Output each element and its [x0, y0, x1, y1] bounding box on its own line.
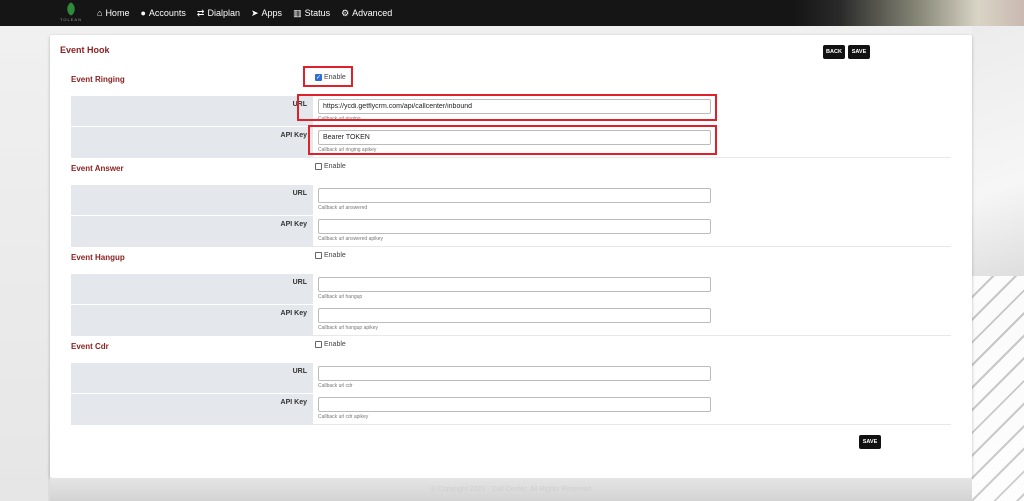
field-cell: Callback url ringing: [313, 96, 951, 127]
nav-item-label: Advanced: [352, 8, 393, 18]
answer-apikey-input[interactable]: [318, 219, 711, 234]
nav-item-home[interactable]: ⌂ Home: [97, 8, 129, 18]
user-icon: ●: [140, 8, 146, 18]
field-cell: Callback url ringing apikey: [313, 127, 951, 158]
section-title-ringing: Event Ringing: [71, 75, 125, 84]
section-title-hangup: Event Hangup: [71, 253, 125, 262]
answer-apikey-help: Callback url answered apikey: [318, 236, 384, 242]
cdr-url-input[interactable]: [318, 366, 711, 381]
background-keyboard: [972, 26, 1024, 501]
url-label: URL: [292, 279, 307, 286]
header-plant-image: [794, 0, 1024, 26]
url-label: URL: [292, 368, 307, 375]
enable-label: Enable: [324, 163, 346, 170]
enable-cdr-checkbox[interactable]: [315, 341, 322, 348]
background-left: [0, 26, 48, 501]
hangup-url-help: Callback url hangup: [318, 294, 363, 300]
apikey-label: API Key: [280, 399, 307, 406]
nav-item-advanced[interactable]: ⚙ Advanced: [341, 8, 392, 19]
nav-item-apps[interactable]: ➤ Apps: [251, 8, 282, 19]
label-cell: URL: [71, 274, 313, 305]
label-cell: API Key: [71, 127, 313, 158]
top-navbar: TOLEAN ⌂ Home ● Accounts ⇄ Dialplan ➤ Ap…: [0, 0, 1024, 26]
nav-item-status[interactable]: ▥ Status: [293, 8, 330, 19]
save-button[interactable]: SAVE: [848, 45, 870, 59]
url-label: URL: [292, 101, 307, 108]
brand-logo-text: TOLEAN: [60, 17, 82, 22]
hangup-apikey-input[interactable]: [318, 308, 711, 323]
cdr-apikey-help: Callback url cdr apikey: [318, 414, 369, 420]
event-hook-panel: Event Hook BACK SAVE Event Ringing ✓ Ena…: [50, 35, 972, 478]
label-cell: URL: [71, 96, 313, 127]
cdr-url-help: Callback url cdr: [318, 383, 353, 389]
exchange-icon: ⇄: [196, 7, 205, 18]
leaf-icon: [63, 1, 79, 17]
hangup-url-input[interactable]: [318, 277, 711, 292]
label-cell: API Key: [71, 394, 313, 425]
answer-url-input[interactable]: [318, 188, 711, 203]
back-button[interactable]: BACK: [823, 45, 845, 59]
url-label: URL: [292, 190, 307, 197]
enable-answer[interactable]: Enable: [315, 163, 346, 170]
nav-item-label: Apps: [261, 8, 283, 18]
section-title-cdr: Event Cdr: [71, 342, 109, 351]
answer-url-row: URL Callback url answered: [71, 184, 951, 216]
nav-item-dialplan[interactable]: ⇄ Dialplan: [197, 8, 240, 19]
hangup-apikey-help: Callback url hangup apikey: [318, 325, 379, 331]
answer-url-help: Callback url answered: [318, 205, 368, 211]
label-cell: API Key: [71, 305, 313, 336]
nav-menu: ⌂ Home ● Accounts ⇄ Dialplan ➤ Apps ▥ St…: [97, 0, 403, 26]
ringing-apikey-input[interactable]: [318, 130, 711, 145]
field-cell: Callback url hangup: [313, 274, 951, 305]
keyboard-keys: [972, 276, 1024, 501]
brand-logo[interactable]: TOLEAN: [58, 1, 84, 23]
field-cell: Callback url cdr: [313, 363, 951, 394]
nav-item-accounts[interactable]: ● Accounts: [140, 8, 185, 18]
field-cell: Callback url answered apikey: [313, 216, 951, 247]
field-cell: Callback url answered: [313, 185, 951, 216]
ringing-url-help: Callback url ringing: [318, 116, 361, 122]
gear-icon: ⚙: [341, 7, 350, 18]
section-title-answer: Event Answer: [71, 164, 124, 173]
cdr-apikey-input[interactable]: [318, 397, 711, 412]
enable-answer-checkbox[interactable]: [315, 163, 322, 170]
ringing-apikey-help: Callback url ringing apikey: [318, 147, 377, 153]
apikey-label: API Key: [280, 221, 307, 228]
page-title: Event Hook: [60, 45, 110, 55]
footer: © Copyright 2023 · Call Center. All Righ…: [50, 478, 972, 501]
field-cell: Callback url cdr apikey: [313, 394, 951, 425]
apikey-label: API Key: [280, 132, 307, 139]
chart-icon: ▥: [293, 7, 302, 18]
ringing-apikey-row: API Key Callback url ringing apikey: [71, 126, 951, 158]
send-icon: ➤: [251, 7, 259, 18]
enable-ringing[interactable]: ✓ Enable: [315, 74, 346, 81]
label-cell: URL: [71, 363, 313, 394]
label-cell: URL: [71, 185, 313, 216]
nav-item-label: Dialplan: [207, 8, 240, 18]
enable-hangup-checkbox[interactable]: [315, 252, 322, 259]
nav-item-label: Home: [105, 8, 130, 18]
answer-apikey-row: API Key Callback url answered apikey: [71, 215, 951, 247]
nav-item-label: Accounts: [148, 8, 186, 18]
label-cell: API Key: [71, 216, 313, 247]
cdr-url-row: URL Callback url cdr: [71, 362, 951, 394]
hangup-apikey-row: API Key Callback url hangup apikey: [71, 304, 951, 336]
enable-cdr[interactable]: Enable: [315, 341, 346, 348]
cdr-apikey-row: API Key Callback url cdr apikey: [71, 393, 951, 425]
save-bottom-button[interactable]: SAVE: [859, 435, 881, 449]
hangup-url-row: URL Callback url hangup: [71, 273, 951, 305]
home-icon: ⌂: [97, 8, 103, 18]
field-cell: Callback url hangup apikey: [313, 305, 951, 336]
enable-label: Enable: [324, 341, 346, 348]
ringing-url-row: URL Callback url ringing: [71, 95, 951, 127]
footer-text: © Copyright 2023 · Call Center. All Righ…: [430, 486, 592, 493]
enable-label: Enable: [324, 74, 346, 81]
enable-hangup[interactable]: Enable: [315, 252, 346, 259]
ringing-url-input[interactable]: [318, 99, 711, 114]
nav-item-label: Status: [304, 8, 331, 18]
apikey-label: API Key: [280, 310, 307, 317]
enable-label: Enable: [324, 252, 346, 259]
enable-ringing-checkbox[interactable]: ✓: [315, 74, 322, 81]
